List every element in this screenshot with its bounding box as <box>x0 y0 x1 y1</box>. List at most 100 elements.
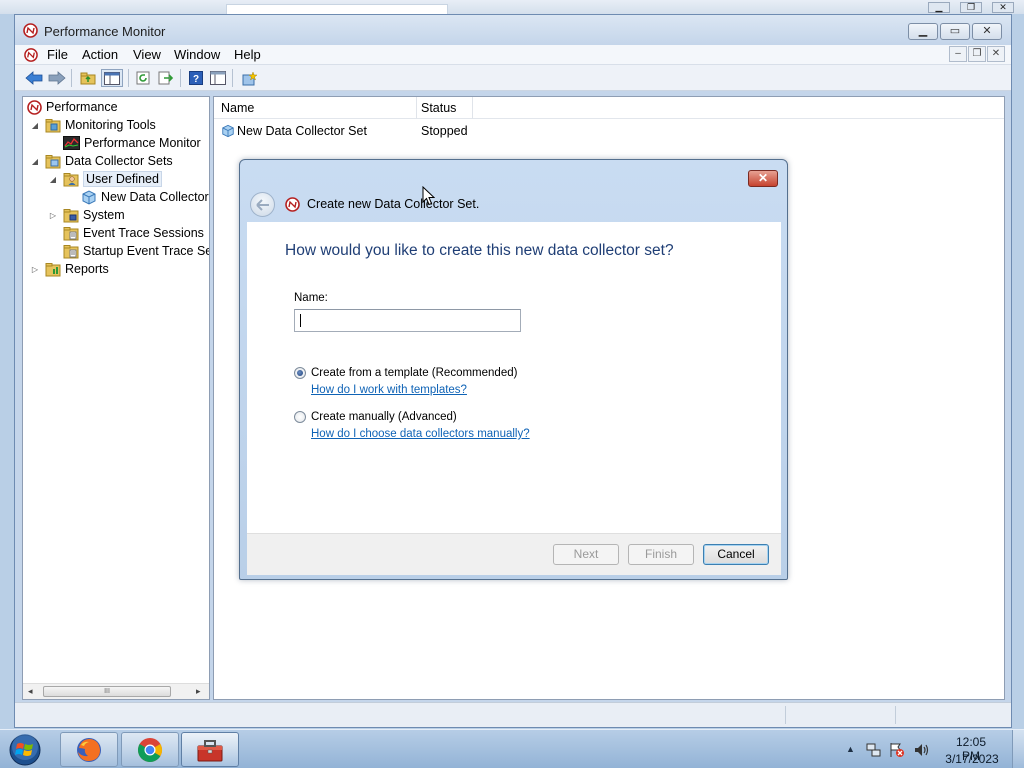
tree-horizontal-scrollbar[interactable]: ◂ III ▸ <box>23 683 209 699</box>
reports-icon <box>45 262 61 276</box>
menu-bar: File Action View Window Help – ❐ ✕ <box>15 45 1011 65</box>
collector-icon <box>82 189 96 205</box>
collapse-arrow-icon[interactable]: ◢ <box>48 175 58 184</box>
mouse-pointer-icon <box>422 186 435 206</box>
show-hide-tree-icon[interactable] <box>101 69 123 87</box>
volume-icon[interactable] <box>913 742 929 758</box>
close-button[interactable]: ✕ <box>972 23 1002 40</box>
dialog-footer: Next Finish Cancel <box>247 533 781 575</box>
action-center-icon[interactable] <box>889 742 905 758</box>
list-row-status: Stopped <box>421 124 468 138</box>
menu-file[interactable]: File <box>47 47 68 62</box>
text-caret <box>300 314 301 327</box>
expand-arrow-icon[interactable]: ▷ <box>30 265 40 274</box>
collapse-arrow-icon[interactable]: ◢ <box>30 157 40 166</box>
expand-arrow-icon[interactable]: ▷ <box>48 211 58 220</box>
collapse-arrow-icon[interactable]: ◢ <box>30 121 40 130</box>
taskbar-chrome-button[interactable] <box>121 732 179 767</box>
refresh-icon[interactable] <box>133 69 153 87</box>
dialog-title: Create new Data Collector Set. <box>307 197 480 211</box>
tree-item-performance-monitor[interactable]: Performance Monitor <box>63 134 201 152</box>
perfmon-icon <box>27 99 42 115</box>
tree-item-performance[interactable]: Performance <box>27 98 118 116</box>
menu-window[interactable]: Window <box>174 47 220 62</box>
tree-item-startup-event-trace-sessions[interactable]: Startup Event Trace Ses <box>63 242 210 260</box>
menu-help[interactable]: Help <box>234 47 261 62</box>
column-header-status[interactable]: Status <box>421 101 456 115</box>
user-folder-icon <box>63 172 79 186</box>
radio-create-from-template[interactable] <box>294 367 306 379</box>
scroll-thumb[interactable]: III <box>43 686 171 697</box>
help-icon[interactable]: ? <box>186 69 206 87</box>
dialog-question-heading: How would you like to create this new da… <box>285 242 674 259</box>
background-window-edge <box>0 0 1024 14</box>
radio-create-manually-label[interactable]: Create manually (Advanced) <box>311 411 457 423</box>
create-data-collector-set-dialog: ✕ Create new Data Collector Set. How wou… <box>239 159 788 580</box>
tree-item-monitoring-tools[interactable]: Monitoring Tools <box>45 116 156 134</box>
firefox-icon <box>77 737 101 762</box>
tree-item-label: Monitoring Tools <box>65 118 156 132</box>
templates-help-link[interactable]: How do I work with templates? <box>311 384 467 396</box>
menu-view[interactable]: View <box>133 47 161 62</box>
notification-area: ▲ 12:05 PM 3/17/2023 <box>840 730 1024 768</box>
scroll-left-icon[interactable]: ◂ <box>28 686 33 697</box>
tree-item-label: Event Trace Sessions <box>83 226 204 240</box>
tree-item-data-collector-sets[interactable]: Data Collector Sets <box>45 152 173 170</box>
properties-icon[interactable] <box>208 69 228 87</box>
minimize-button[interactable]: ▁ <box>908 23 938 40</box>
tree-item-event-trace-sessions[interactable]: Event Trace Sessions <box>63 224 204 242</box>
maximize-button[interactable]: ▭ <box>940 23 970 40</box>
clock-date[interactable]: 3/17/2023 <box>944 752 1000 766</box>
back-icon[interactable] <box>24 69 44 87</box>
tree-item-new-data-collector[interactable]: New Data Collector <box>81 188 209 206</box>
network-icon[interactable] <box>866 742 882 758</box>
title-bar[interactable]: Performance Monitor ▁ ▭ ✕ <box>15 15 1011 45</box>
mdi-restore-button[interactable]: ❐ <box>968 46 986 62</box>
bg-restore-button[interactable]: ❐ <box>960 2 982 13</box>
taskbar-toolbox-button[interactable] <box>181 732 239 767</box>
column-header-name[interactable]: Name <box>221 101 254 115</box>
name-field[interactable] <box>294 309 521 332</box>
taskbar-firefox-button[interactable] <box>60 732 118 767</box>
tree-item-label: New Data Collector <box>101 190 209 204</box>
tree-item-label: Performance <box>46 100 118 114</box>
tree-item-user-defined[interactable]: User Defined <box>63 170 162 188</box>
collector-set-icon <box>222 124 234 138</box>
chart-icon <box>63 136 80 150</box>
start-button[interactable] <box>6 732 44 767</box>
export-list-icon[interactable] <box>156 69 176 87</box>
bg-minimize-button[interactable]: ▁ <box>928 2 950 13</box>
show-desktop-button[interactable] <box>1012 730 1024 768</box>
perfmon-icon <box>285 197 300 212</box>
menu-action[interactable]: Action <box>82 47 118 62</box>
tree-item-system[interactable]: System <box>63 206 125 224</box>
next-button[interactable]: Next <box>553 544 619 565</box>
mdi-minimize-button[interactable]: – <box>949 46 967 62</box>
bg-close-button[interactable]: ✕ <box>992 2 1014 13</box>
forward-icon[interactable] <box>47 69 67 87</box>
trace-icon <box>63 244 79 258</box>
cancel-button[interactable]: Cancel <box>703 544 769 565</box>
radio-create-manually[interactable] <box>294 411 306 423</box>
finish-button[interactable]: Finish <box>628 544 694 565</box>
perfmon-app-icon <box>23 23 38 38</box>
dialog-close-button[interactable]: ✕ <box>748 170 778 187</box>
list-row-name[interactable]: New Data Collector Set <box>237 124 367 138</box>
mdi-close-button[interactable]: ✕ <box>987 46 1005 62</box>
console-tree[interactable]: Performance ◢ Monitoring Tools Performan… <box>22 96 210 700</box>
manual-help-link[interactable]: How do I choose data collectors manually… <box>311 428 530 440</box>
show-hidden-icons-arrow[interactable]: ▲ <box>846 744 855 754</box>
tree-item-label: Startup Event Trace Ses <box>83 244 210 258</box>
taskbar: ▲ 12:05 PM 3/17/2023 <box>0 729 1024 768</box>
radio-create-from-template-label[interactable]: Create from a template (Recommended) <box>311 367 517 379</box>
new-icon[interactable] <box>239 69 259 87</box>
scroll-right-icon[interactable]: ▸ <box>196 686 201 697</box>
tree-item-reports[interactable]: Reports <box>45 260 109 278</box>
mmc-system-menu-icon[interactable] <box>24 48 38 62</box>
chrome-icon <box>137 737 163 762</box>
up-folder-icon[interactable] <box>78 69 98 87</box>
toolbar: ? <box>15 65 1011 91</box>
tree-item-label: Data Collector Sets <box>65 154 173 168</box>
tree-item-label: Performance Monitor <box>84 136 201 150</box>
back-arrow-icon[interactable] <box>250 192 275 217</box>
